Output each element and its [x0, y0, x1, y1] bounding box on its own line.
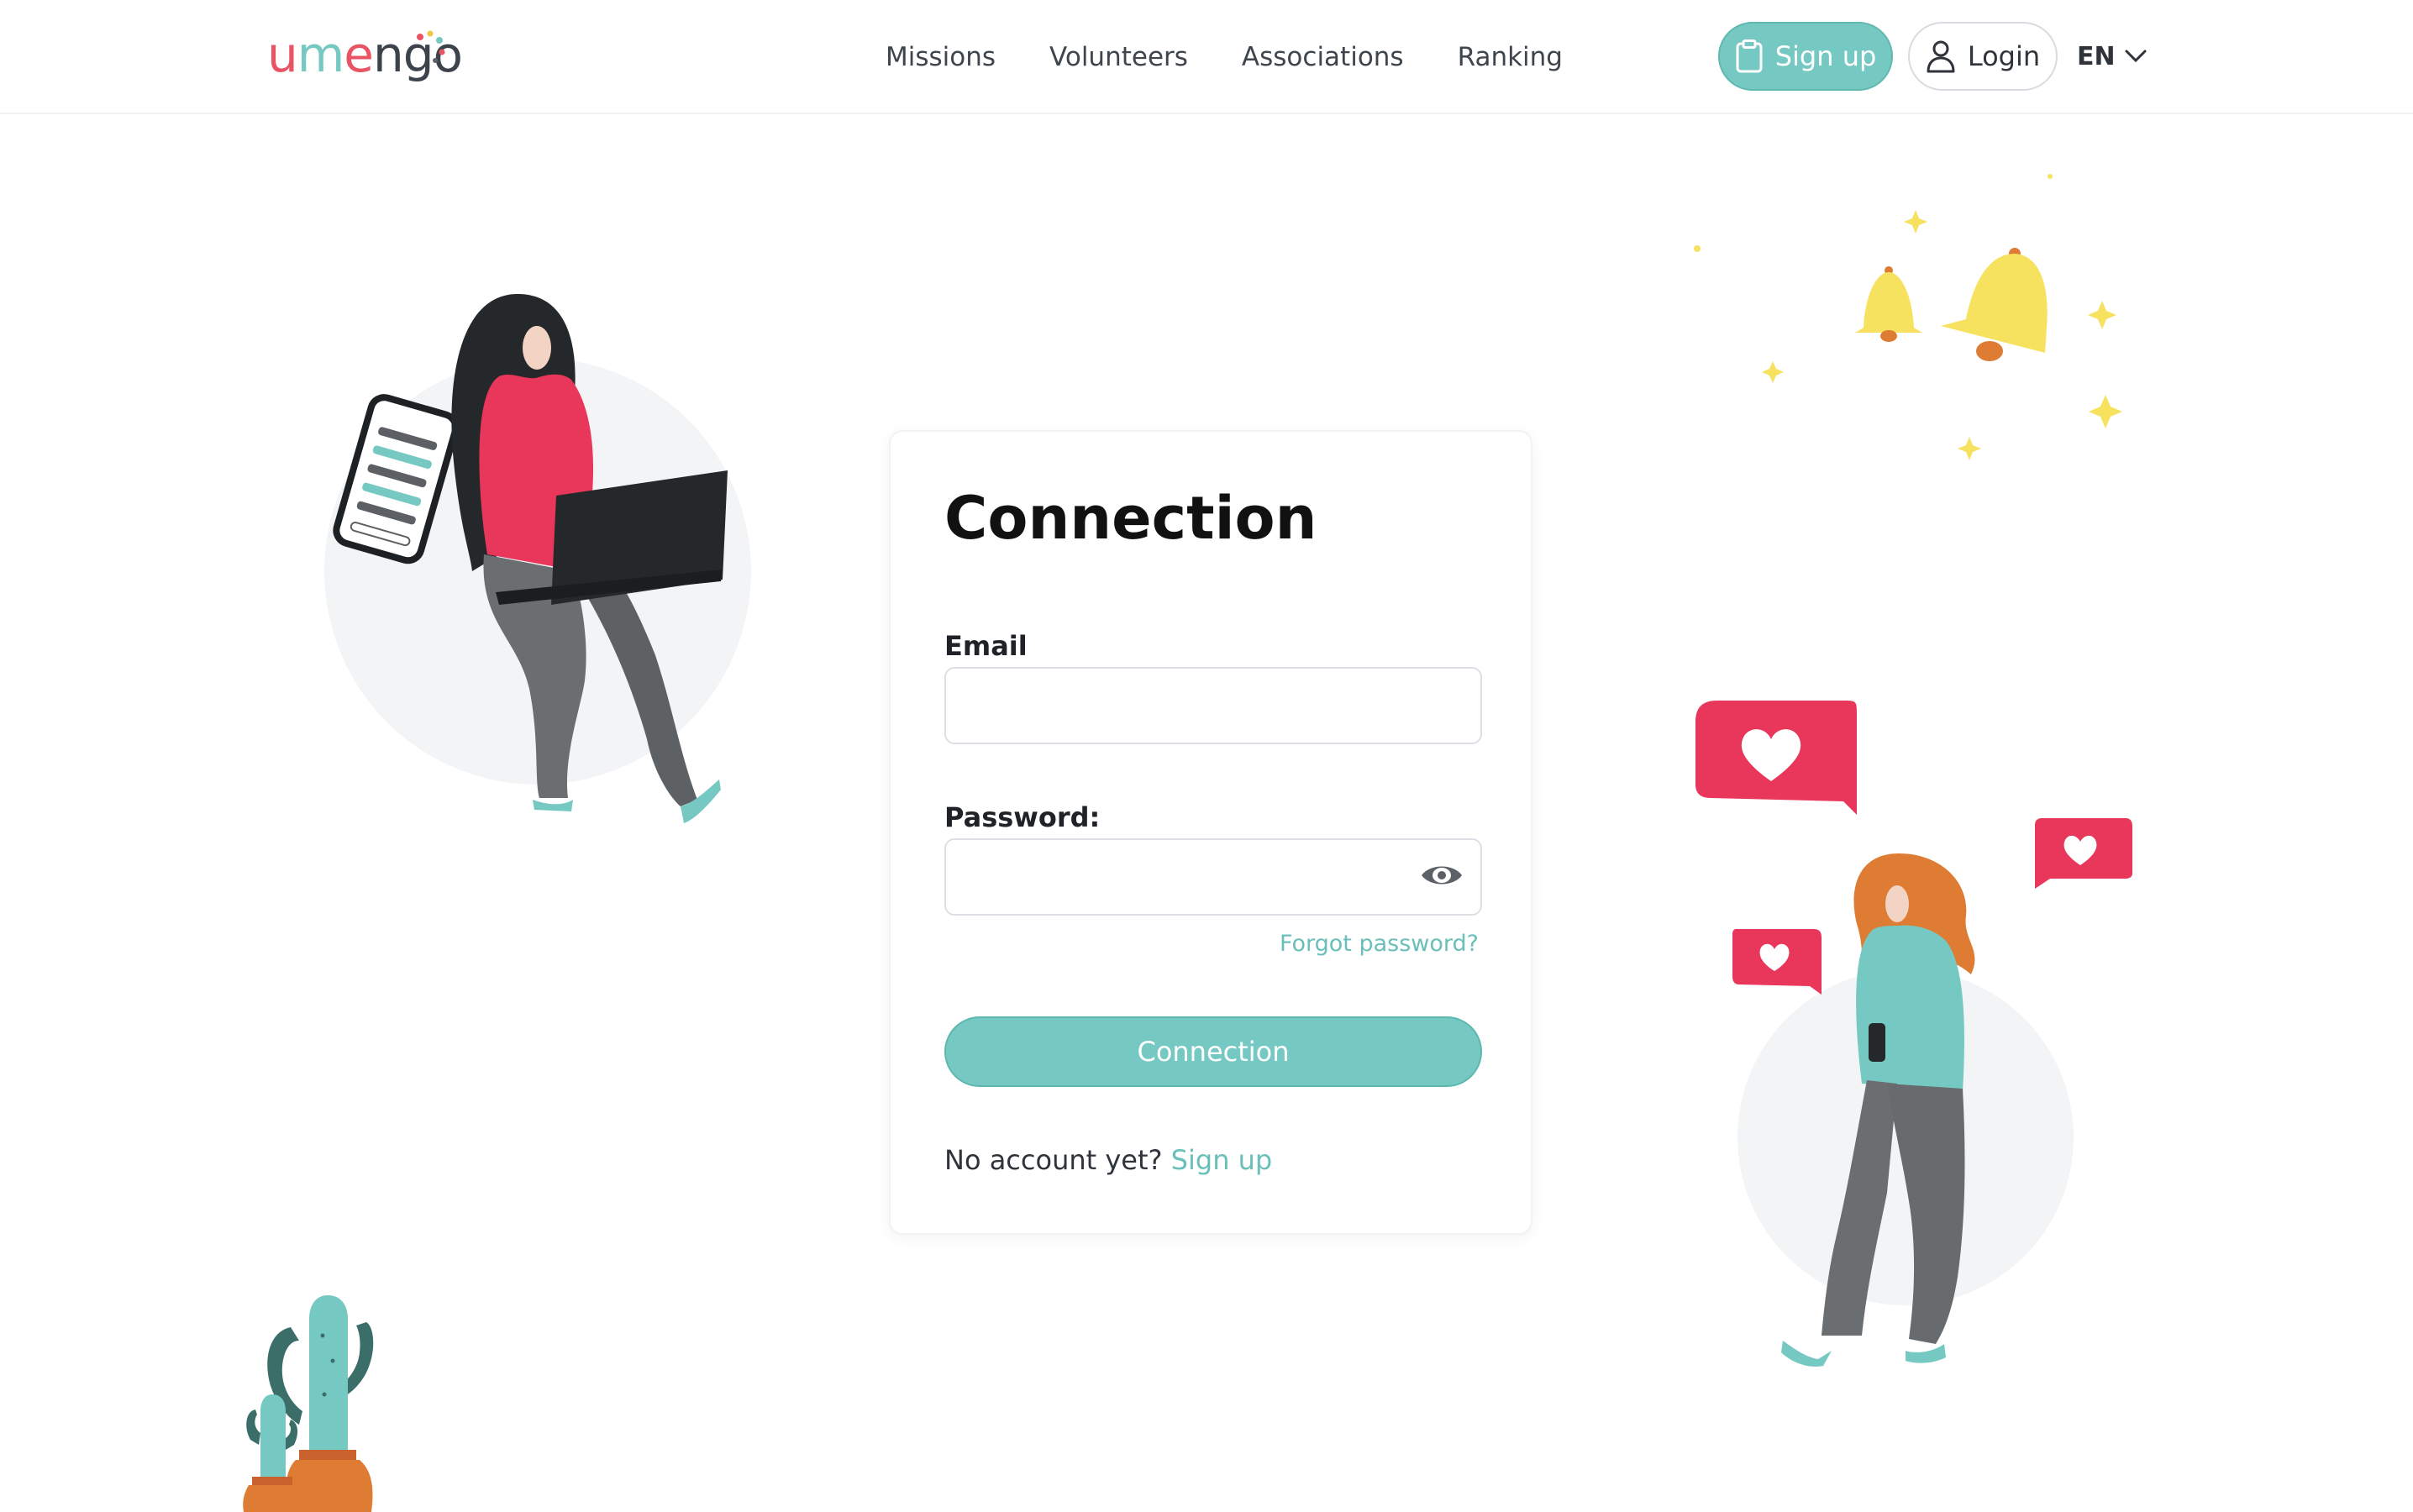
password-label: Password: [944, 801, 1101, 833]
nav-ranking[interactable]: Ranking [1458, 42, 1563, 72]
chevron-down-icon [2125, 50, 2147, 63]
language-selector[interactable]: EN [2077, 22, 2148, 91]
signup-button[interactable]: Sign up [1718, 22, 1893, 91]
user-icon [1927, 40, 1955, 73]
password-field[interactable] [944, 838, 1482, 916]
no-account-row: No account yet? Sign up [944, 1144, 1272, 1176]
email-label: Email [944, 630, 1028, 662]
login-card: Connection Email Password: Forgot passwo… [889, 430, 1532, 1235]
eye-icon[interactable] [1420, 860, 1464, 890]
signup-button-label: Sign up [1774, 40, 1877, 72]
no-account-text: No account yet? [944, 1144, 1163, 1176]
nav-associations[interactable]: Associations [1242, 42, 1404, 72]
cactus-illustration [243, 1295, 374, 1512]
email-field[interactable] [944, 667, 1482, 744]
connection-submit-label: Connection [1137, 1036, 1290, 1068]
umengo-logo[interactable]: umengo [267, 25, 463, 84]
woman-with-laptop-illustration [324, 294, 751, 823]
clipboard-icon [1736, 39, 1763, 73]
nav-volunteers[interactable]: Volunteers [1049, 42, 1188, 72]
main-nav: Missions Volunteers Associations Ranking [886, 0, 1563, 114]
nav-missions[interactable]: Missions [886, 42, 996, 72]
page-title: Connection [944, 484, 1317, 553]
top-navbar: umengo Missions Volunteers Associations … [0, 0, 2413, 114]
forgot-password-link[interactable]: Forgot password? [1280, 931, 1479, 957]
logo-sparkle-icon [417, 30, 445, 63]
login-button[interactable]: Login [1908, 22, 2058, 91]
login-button-label: Login [1967, 40, 2041, 72]
signup-link[interactable]: Sign up [1171, 1144, 1273, 1176]
woman-with-hearts-illustration [1695, 701, 2132, 1367]
bells-illustration [1694, 174, 2122, 460]
language-label: EN [2077, 41, 2116, 71]
connection-submit-button[interactable]: Connection [944, 1016, 1482, 1087]
